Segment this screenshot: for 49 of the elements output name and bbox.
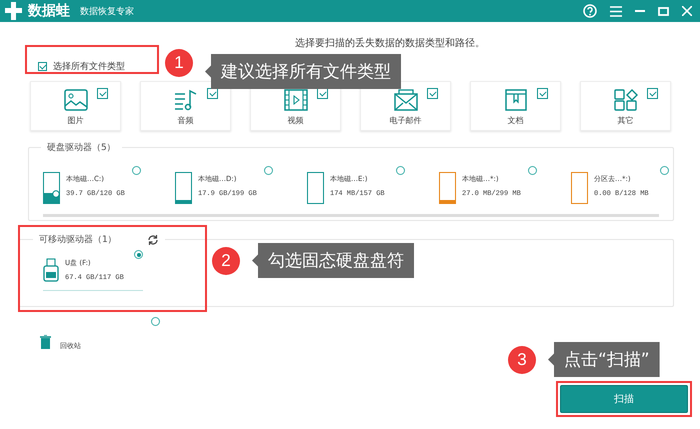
file-type-card[interactable]: 图片 <box>30 81 121 131</box>
file-type-label: 音频 <box>178 114 194 126</box>
file-type-card[interactable]: 电子邮件 <box>360 81 451 131</box>
refresh-icon[interactable] <box>146 234 159 246</box>
drive-radio[interactable] <box>264 166 273 175</box>
file-type-checkbox[interactable] <box>427 88 438 99</box>
callout-tooltip: 勾选固态硬盘盘符 <box>252 243 414 278</box>
music-note-icon <box>174 88 198 110</box>
drive-radio[interactable] <box>134 250 143 259</box>
drive-radio[interactable] <box>660 166 669 175</box>
file-type-checkbox[interactable] <box>97 88 108 99</box>
scan-button[interactable]: 扫描 <box>560 385 688 413</box>
help-icon[interactable] <box>583 4 597 18</box>
instruction-text: 选择要扫描的丢失数据的数据类型和路径。 <box>294 36 486 51</box>
file-type-checkbox[interactable] <box>647 88 658 99</box>
callout-tooltip: 建议选择所有文件类型 <box>205 54 401 89</box>
drive-radio[interactable] <box>396 166 405 175</box>
file-type-card[interactable]: 文档 <box>470 81 561 131</box>
file-type-label: 电子邮件 <box>390 114 422 126</box>
book-icon <box>504 88 528 110</box>
file-type-card[interactable]: 音频 <box>140 81 231 131</box>
drive-radio[interactable] <box>528 166 537 175</box>
grid-shapes-icon <box>614 88 638 110</box>
step-number-badge: 1 <box>165 48 193 76</box>
film-icon <box>284 88 308 110</box>
file-type-checkbox[interactable] <box>537 88 548 99</box>
step-number-badge: 3 <box>508 346 536 374</box>
picture-icon <box>64 88 88 110</box>
envelope-icon <box>394 88 418 110</box>
group-title: 硬盘驱动器（5） <box>46 142 117 154</box>
file-type-card[interactable]: 其它 <box>580 81 671 131</box>
step-number-badge: 2 <box>212 246 240 274</box>
file-type-label: 图片 <box>68 114 84 126</box>
trash-icon <box>40 335 51 349</box>
file-type-label: 文档 <box>508 114 524 126</box>
select-all-checkbox[interactable]: 选择所有文件类型 <box>38 60 125 73</box>
file-type-label: 其它 <box>618 114 634 126</box>
drive-radio[interactable] <box>132 166 141 175</box>
callout-tooltip: 点击“扫描” <box>548 342 660 377</box>
close-icon[interactable] <box>682 6 692 16</box>
file-type-label: 视频 <box>288 114 304 126</box>
usb-drive-icon <box>43 258 59 282</box>
recycle-bin-radio[interactable] <box>151 317 160 326</box>
scrollbar[interactable] <box>43 214 659 217</box>
menu-icon[interactable] <box>610 6 622 16</box>
app-logo-text: 数据蛙 <box>28 2 70 20</box>
group-title: 可移动驱动器（1） <box>39 234 117 246</box>
app-subtitle: 数据恢复专家 <box>80 6 134 18</box>
maximize-icon[interactable] <box>658 6 669 16</box>
